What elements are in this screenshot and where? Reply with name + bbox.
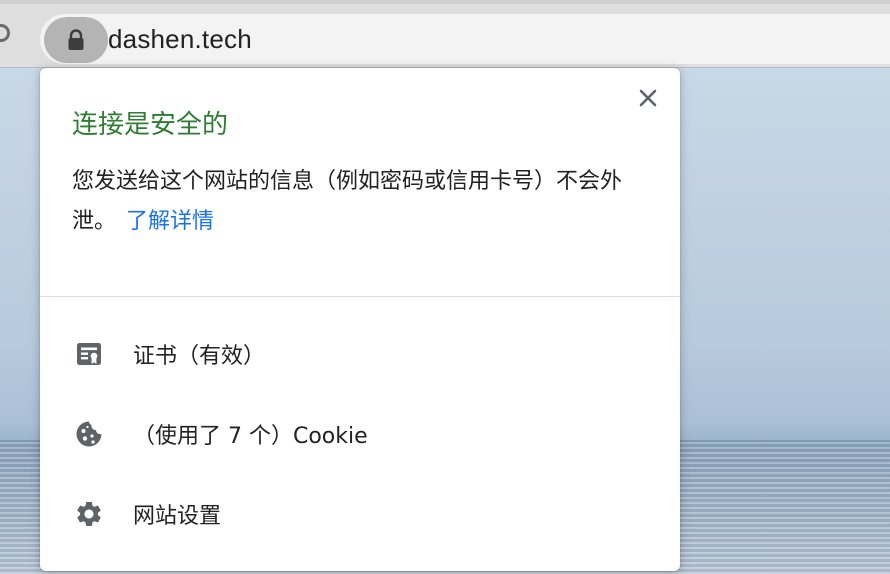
toolbar-top-edge — [0, 0, 890, 4]
cookies-label: （使用了 7 个）Cookie — [133, 424, 368, 449]
learn-more-link[interactable]: 了解详情 — [126, 209, 214, 234]
cookies-row[interactable]: （使用了 7 个）Cookie — [40, 403, 680, 463]
certificate-row[interactable]: 证书（有效） — [40, 323, 680, 383]
gear-icon — [77, 502, 101, 526]
url-text[interactable]: dashen.tech — [108, 24, 252, 55]
divider — [40, 296, 680, 297]
site-settings-label: 网站设置 — [133, 504, 222, 529]
site-settings-row[interactable]: 网站设置 — [40, 483, 680, 543]
security-description: 您发送给这个网站的信息（例如密码或信用卡号）不会外泄。 了解详情 — [72, 162, 662, 242]
lock-icon — [68, 29, 84, 50]
certificate-label: 证书（有效） — [133, 344, 266, 369]
site-info-popup: 连接是安全的 您发送给这个网站的信息（例如密码或信用卡号）不会外泄。 了解详情 证… — [40, 68, 680, 571]
browser-toolbar: dashen.tech — [0, 0, 890, 68]
connection-secure-title: 连接是安全的 — [72, 110, 229, 140]
reload-icon[interactable] — [0, 24, 10, 42]
cookie-icon — [76, 421, 102, 447]
close-icon[interactable] — [638, 88, 658, 108]
certificate-icon — [77, 343, 101, 365]
